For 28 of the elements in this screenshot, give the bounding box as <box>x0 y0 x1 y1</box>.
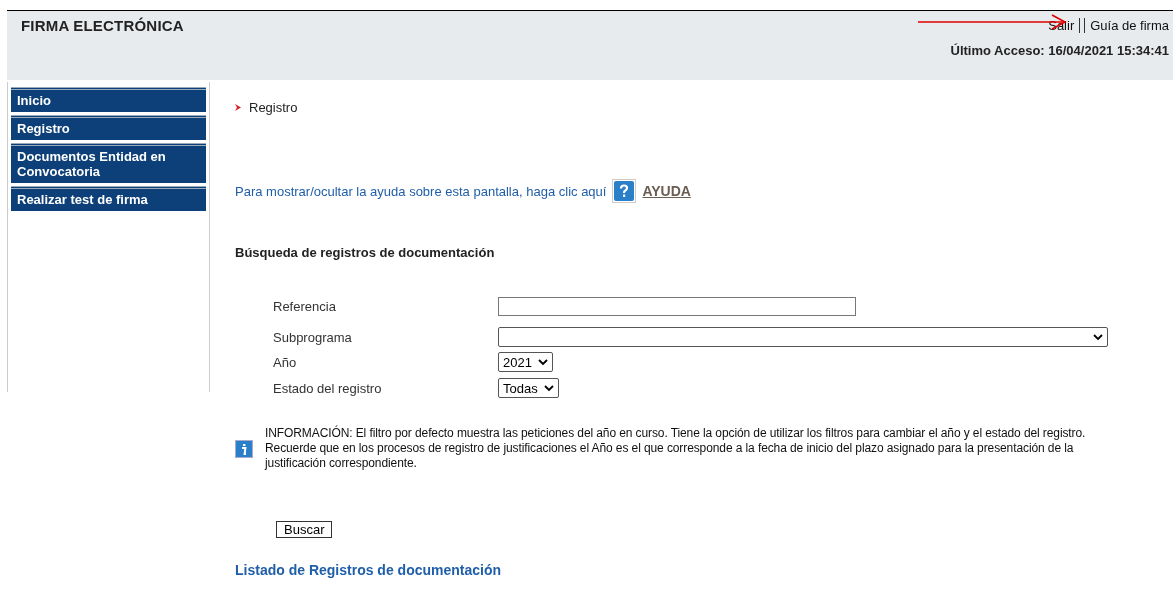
sidebar-item[interactable]: Inicio <box>11 87 206 112</box>
input-field[interactable] <box>498 297 856 316</box>
sidebar-item[interactable]: Registro <box>11 115 206 140</box>
breadcrumb: Registro <box>249 100 298 115</box>
section-title: Búsqueda de registros de documentación <box>235 245 496 260</box>
info-text: INFORMACIÓN: El filtro por defecto muestra las peticiones del año en curso. Tiene la opción de utilizar los filtros para cambiar el año y el estado del registro. Recuerde que en los procesos de registro de justificaciones el Año es el que corresponde a la fecha de inicio del plazo asignado para la presentación de la justificación correspondiente. <box>265 426 1087 471</box>
field-label: Subprograma <box>273 329 353 345</box>
last-access: Último Acceso: 16/04/2021 15:34:41 <box>949 43 1169 58</box>
dropdown[interactable]: Todas <box>498 378 559 398</box>
caret-icon <box>1093 333 1103 341</box>
help-icon[interactable] <box>612 179 637 203</box>
help-link[interactable]: AYUDA <box>642 183 691 199</box>
info-icon <box>235 439 253 458</box>
dropdown[interactable] <box>498 327 1108 347</box>
caret-icon <box>543 384 554 392</box>
caret-icon <box>537 358 548 366</box>
header-link[interactable]: Guía de firma <box>1084 18 1169 33</box>
field-label: Referencia <box>273 299 337 314</box>
help-text: Para mostrar/ocultar la ayuda sobre esta pantalla, haga clic aquí <box>235 183 607 199</box>
app-title: FIRMA ELECTRÓNICA <box>21 17 184 34</box>
search-button[interactable]: Buscar <box>276 521 333 538</box>
chevron-icon <box>235 104 241 111</box>
dropdown[interactable]: 2021 <box>498 352 553 372</box>
field-label: Estado del registro <box>273 380 383 396</box>
field-label: Año <box>273 354 298 370</box>
list-title: Listado de Registros de documentación <box>235 562 503 578</box>
sidebar-item[interactable]: Documentos Entidad en Convocatoria <box>11 143 206 183</box>
sidebar-item[interactable]: Realizar test de firma <box>11 186 206 211</box>
